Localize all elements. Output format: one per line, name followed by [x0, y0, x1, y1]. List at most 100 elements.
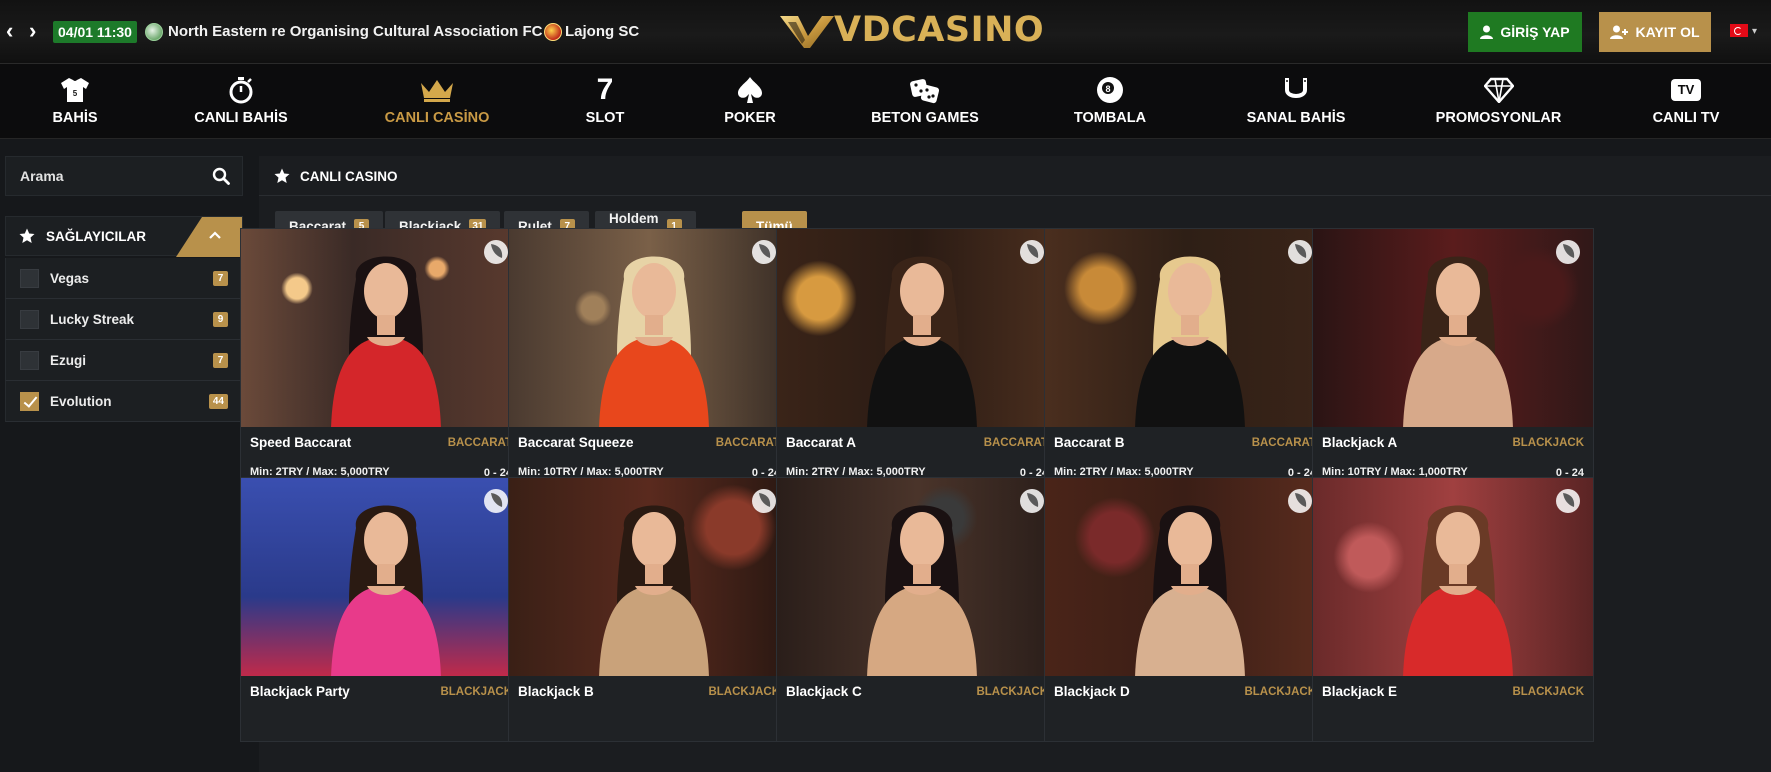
provider-logo-icon	[1288, 240, 1312, 264]
register-button[interactable]: KAYIT OL	[1599, 12, 1711, 52]
logo-mark-icon	[780, 16, 834, 48]
nav-item-sanal-bahis[interactable]: SANAL BAHİS	[1241, 64, 1351, 139]
game-name: Speed Baccarat	[250, 435, 352, 450]
game-thumbnail[interactable]	[509, 478, 789, 676]
game-category: BACCARAT	[983, 437, 1048, 449]
game-name: Blackjack A	[1322, 435, 1398, 450]
provider-item-ezugi[interactable]: Ezugi 7	[5, 340, 243, 381]
prev-match-arrow-icon[interactable]: ‹	[6, 20, 20, 42]
search-box	[5, 156, 243, 196]
dealer-image	[1135, 505, 1245, 676]
home-team-name[interactable]: North Eastern re Organising Cultural Ass…	[168, 23, 555, 40]
nav-item-canli-casino[interactable]: CANLI CASİNO	[382, 64, 492, 139]
game-card[interactable]: Baccarat B BACCARAT Min: 2TRY / Max: 5,0…	[1044, 228, 1326, 493]
game-card[interactable]: Baccarat A BACCARAT Min: 2TRY / Max: 5,0…	[776, 228, 1058, 493]
register-button-label: KAYIT OL	[1635, 24, 1700, 40]
provider-count-badge: 7	[213, 271, 228, 286]
nav-label: CANLI BAHİS	[194, 110, 288, 126]
nav-label: PROMOSYONLAR	[1435, 110, 1562, 126]
dealer-image	[867, 505, 977, 676]
jersey-icon: 5	[55, 76, 95, 104]
nav-label: SANAL BAHİS	[1246, 110, 1346, 126]
nav-item-canli-bahis[interactable]: CANLI BAHİS	[191, 64, 291, 139]
game-thumbnail[interactable]	[241, 229, 521, 427]
provider-logo-icon	[1020, 489, 1044, 513]
game-thumbnail[interactable]	[1045, 229, 1325, 427]
provider-count-badge: 44	[208, 394, 228, 409]
provider-logo-icon	[1556, 489, 1580, 513]
dealer-image	[1403, 505, 1513, 676]
game-thumbnail[interactable]	[241, 478, 521, 676]
game-card[interactable]: Baccarat Squeeze BACCARAT Min: 10TRY / M…	[508, 228, 790, 493]
login-button-label: GİRİŞ YAP	[1500, 24, 1570, 40]
tv-icon-glyph: TV	[1671, 79, 1701, 101]
game-thumbnail[interactable]	[1313, 229, 1593, 427]
turkish-flag-icon[interactable]	[1730, 24, 1748, 37]
providers-collapse-button[interactable]	[176, 217, 242, 257]
provider-name: Evolution	[50, 394, 112, 409]
language-caret-icon[interactable]: ▾	[1752, 26, 1757, 37]
away-team-name[interactable]: Lajong SC	[565, 23, 639, 40]
provider-logo-icon	[1288, 489, 1312, 513]
provider-item-lucky-streak[interactable]: Lucky Streak 9	[5, 299, 243, 340]
game-card[interactable]: Blackjack A BLACKJACK Min: 10TRY / Max: …	[1312, 228, 1594, 493]
game-card[interactable]: Speed Baccarat BACCARAT Min: 2TRY / Max:…	[240, 228, 522, 493]
svg-text:8: 8	[1105, 84, 1110, 94]
provider-count-badge: 9	[213, 312, 228, 327]
nav-item-canli-tv[interactable]: TV CANLI TV	[1641, 64, 1731, 139]
provider-count-badge: 7	[213, 353, 228, 368]
nav-label: BAHİS	[52, 110, 98, 126]
chevron-up-icon	[209, 231, 221, 239]
provider-checkbox-checked[interactable]	[20, 392, 39, 411]
provider-item-evolution[interactable]: Evolution 44	[5, 381, 243, 422]
add-user-icon	[1610, 25, 1629, 39]
nav-item-slot[interactable]: 7 SLOT	[580, 64, 630, 139]
game-thumbnail[interactable]	[1045, 478, 1325, 676]
nav-item-promosyonlar[interactable]: PROMOSYONLAR	[1436, 64, 1561, 139]
crown-icon	[417, 76, 457, 104]
login-button[interactable]: GİRİŞ YAP	[1468, 12, 1582, 52]
game-thumbnail[interactable]	[509, 229, 789, 427]
game-card[interactable]: Blackjack Party BLACKJACK	[240, 477, 522, 742]
nav-label: CANLI CASİNO	[384, 110, 490, 126]
game-name: Baccarat A	[786, 435, 857, 450]
game-name: Blackjack C	[786, 684, 862, 699]
nav-label: BETON GAMES	[871, 110, 979, 126]
provider-item-vegas[interactable]: Vegas 7	[5, 258, 243, 299]
search-input[interactable]	[6, 168, 196, 184]
game-category: BLACKJACK	[440, 686, 512, 698]
game-name: Blackjack E	[1322, 684, 1398, 699]
game-card[interactable]: Blackjack D BLACKJACK	[1044, 477, 1326, 742]
provider-checkbox[interactable]	[20, 269, 39, 288]
dealer-image	[867, 256, 977, 427]
game-thumbnail[interactable]	[1313, 478, 1593, 676]
nav-item-beton-games[interactable]: BETON GAMES	[870, 64, 980, 139]
site-logo[interactable]: VDCASINO	[778, 10, 1044, 50]
nav-item-bahis[interactable]: 5 BAHİS	[35, 64, 115, 139]
nav-item-tombala[interactable]: 8 TOMBALA	[1070, 64, 1150, 139]
provider-checkbox[interactable]	[20, 351, 39, 370]
provider-logo-icon	[1020, 240, 1044, 264]
provider-name: Ezugi	[50, 353, 86, 368]
game-thumbnail[interactable]	[777, 229, 1057, 427]
next-match-arrow-icon[interactable]: ›	[29, 20, 43, 42]
dice-icon	[905, 76, 945, 104]
provider-logo-icon	[484, 489, 508, 513]
provider-checkbox[interactable]	[20, 310, 39, 329]
dealer-image	[599, 256, 709, 427]
spade-icon	[730, 76, 770, 104]
nav-label: POKER	[724, 110, 776, 126]
game-category: BACCARAT	[1251, 437, 1316, 449]
game-name: Blackjack Party	[250, 684, 350, 699]
game-card[interactable]: Blackjack C BLACKJACK	[776, 477, 1058, 742]
dealer-image	[1403, 256, 1513, 427]
search-icon[interactable]	[212, 167, 230, 185]
game-category: BLACKJACK	[976, 686, 1048, 698]
provider-logo-icon	[752, 240, 776, 264]
game-category: BLACKJACK	[708, 686, 780, 698]
game-card[interactable]: Blackjack E BLACKJACK	[1312, 477, 1594, 742]
game-name: Blackjack B	[518, 684, 594, 699]
nav-item-poker[interactable]: POKER	[720, 64, 780, 139]
game-thumbnail[interactable]	[777, 478, 1057, 676]
game-card[interactable]: Blackjack B BLACKJACK	[508, 477, 790, 742]
